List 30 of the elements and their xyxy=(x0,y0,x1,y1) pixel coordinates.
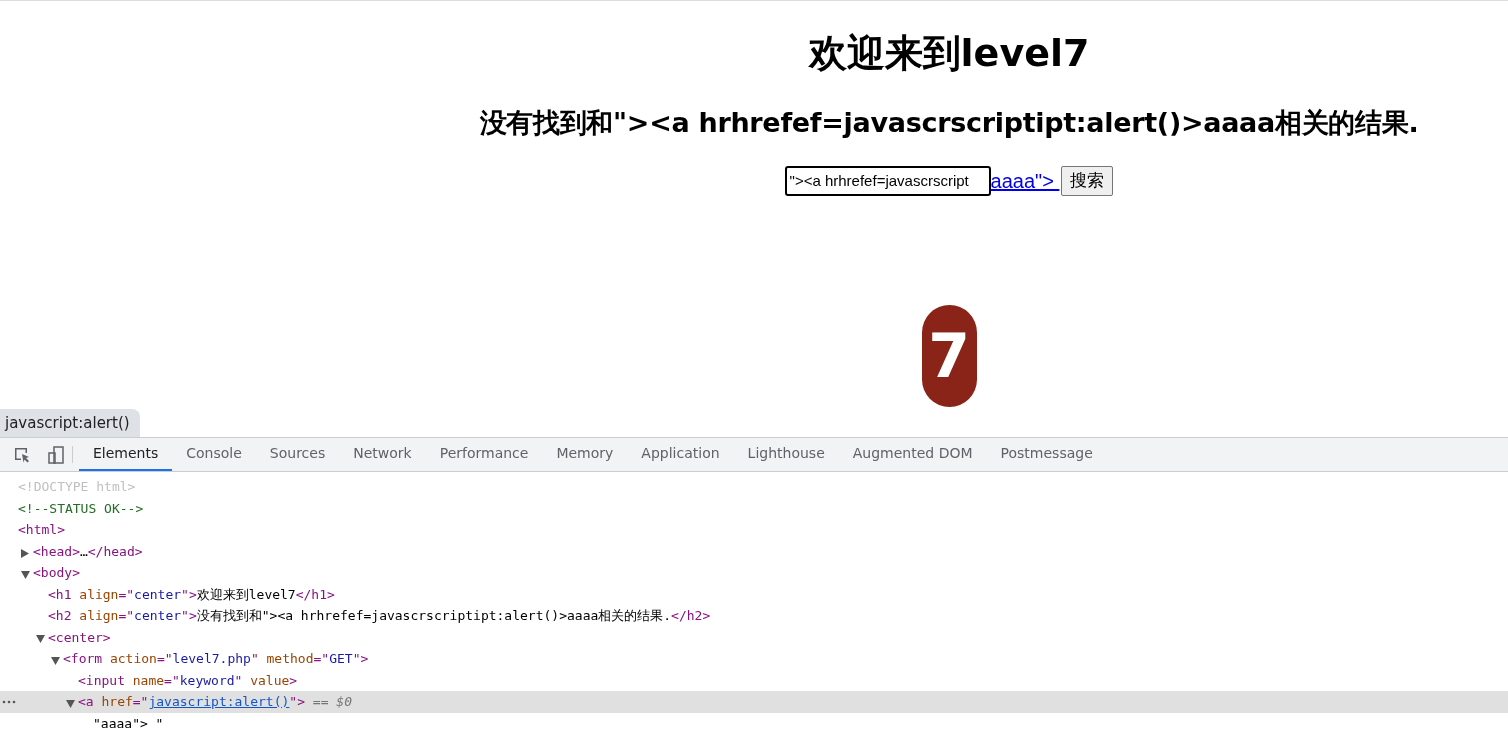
more-icon[interactable] xyxy=(2,700,16,704)
devtools-tab[interactable]: Memory xyxy=(542,438,628,471)
code-line: <!--STATUS OK--> xyxy=(18,500,144,516)
code-line: <html> xyxy=(18,522,65,537)
device-toolbar-icon[interactable] xyxy=(46,444,66,465)
code-line: <form action="level7.php" method="GET"> xyxy=(63,651,369,666)
devtools-tab[interactable]: Postmessage xyxy=(986,438,1107,471)
link-status-tooltip: javascript:alert() xyxy=(0,408,140,437)
level-logo: 7 xyxy=(921,305,977,407)
page-heading: 欢迎来到level7 xyxy=(808,31,1090,77)
search-field[interactable]: "><a hrhrefef=javascrscript xyxy=(784,166,991,196)
code-line: <head>…</head> xyxy=(33,543,143,559)
injected-link[interactable]: aaaa"> xyxy=(990,166,1060,196)
code-line: "aaaa"> " xyxy=(93,715,164,729)
code-line: <h2 align="center">没有找到和"><a hrhrefef=javascrscriptipt:alert()>aaaa相关的结果.</h2> xyxy=(48,608,711,623)
devtools-tab[interactable]: Application xyxy=(627,438,734,471)
devtools-tab[interactable]: Performance xyxy=(425,438,543,471)
devtools-tab[interactable]: Console xyxy=(172,438,256,471)
code-line: <body> xyxy=(33,565,80,580)
result-message: 没有找到和"><a hrhrefef=javascrscriptipt:alert()>aaaa相关的结果. xyxy=(479,106,1419,139)
devtools-tab[interactable]: Lighthouse xyxy=(733,438,839,471)
code-line: <center> xyxy=(48,629,111,645)
devtools-tab[interactable]: Elements xyxy=(79,438,173,471)
devtools-tab[interactable]: Augmented DOM xyxy=(838,438,987,471)
devtools-tab[interactable]: Network xyxy=(339,438,426,471)
code-line: <h1 align="center">欢迎来到level7</h1> xyxy=(48,586,335,602)
code-line: <input name="keyword" value> xyxy=(78,672,298,688)
search-button[interactable]: 搜索 xyxy=(1061,166,1114,196)
code-line: <!DOCTYPE html> xyxy=(18,479,136,494)
devtools-tab[interactable]: Sources xyxy=(255,438,340,471)
